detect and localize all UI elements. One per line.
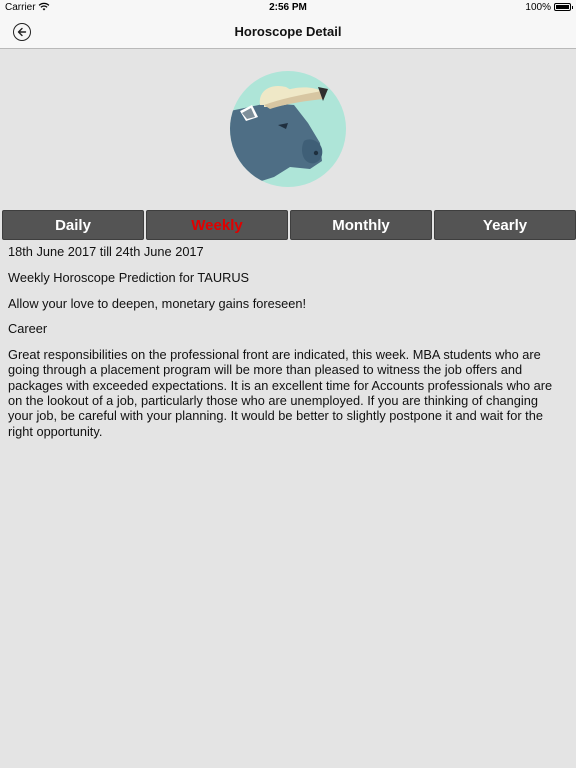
date-range: 18th June 2017 till 24th June 2017 — [8, 244, 204, 259]
tab-weekly[interactable]: Weekly — [146, 210, 288, 240]
battery-icon — [554, 3, 573, 11]
tab-daily[interactable]: Daily — [2, 210, 144, 240]
prediction-heading: Weekly Horoscope Prediction for TAURUS — [8, 269, 250, 285]
tab-monthly[interactable]: Monthly — [290, 210, 432, 240]
taurus-bull-icon — [230, 71, 346, 187]
status-time: 2:56 PM — [269, 2, 307, 13]
section-title: Career — [8, 321, 48, 337]
page-title: Horoscope Detail — [234, 24, 342, 39]
period-tabs: Daily Weekly Monthly Yearly — [2, 210, 576, 240]
tab-yearly[interactable]: Yearly — [434, 210, 576, 240]
navigation-bar: Horoscope Detail — [0, 15, 576, 49]
horoscope-content: 18th June 2017 till 24th June 2017 Weekl… — [8, 244, 564, 449]
battery-percentage: 100% — [525, 2, 551, 13]
prediction-summary: Allow your love to deepen, monetary gain… — [8, 295, 307, 311]
status-bar: Carrier 2:56 PM 100% — [0, 0, 576, 15]
prediction-body: Great responsibilities on the profession… — [8, 347, 553, 439]
